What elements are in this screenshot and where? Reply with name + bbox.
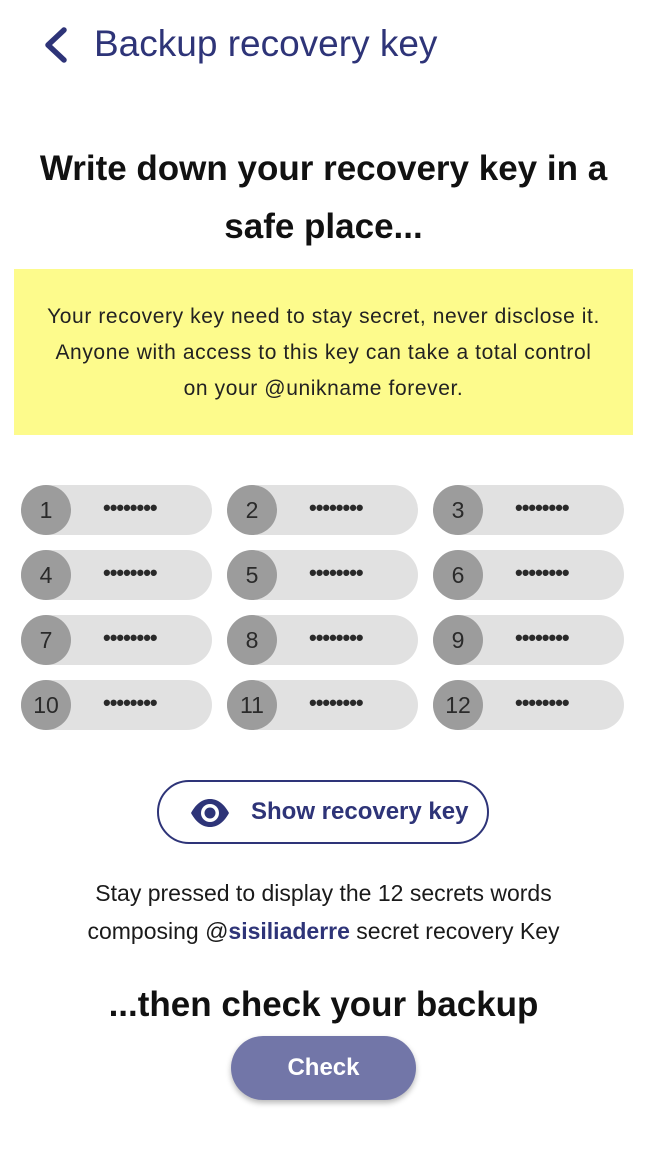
page-title: Backup recovery key — [94, 23, 438, 64]
word-number: 7 — [21, 615, 71, 665]
recovery-word-item: 10 •••••••• — [21, 680, 212, 730]
masked-word: •••••••• — [103, 625, 158, 650]
show-recovery-key-button[interactable]: Show recovery key — [157, 780, 489, 844]
word-number: 8 — [227, 615, 277, 665]
word-number: 1 — [21, 485, 71, 535]
recovery-word-item: 2 •••••••• — [227, 485, 418, 535]
masked-word: •••••••• — [515, 495, 570, 520]
chevron-left-icon — [45, 27, 67, 63]
check-backup-heading: ...then check your backup — [108, 985, 539, 1024]
masked-word: •••••••• — [103, 495, 158, 520]
word-number: 10 — [21, 680, 71, 730]
word-number: 2 — [227, 485, 277, 535]
recovery-word-item: 4 •••••••• — [21, 550, 212, 600]
masked-word: •••••••• — [309, 560, 364, 585]
masked-word: •••••••• — [515, 625, 570, 650]
masked-word: •••••••• — [103, 690, 158, 715]
word-number: 9 — [433, 615, 483, 665]
recovery-word-item: 11 •••••••• — [227, 680, 418, 730]
word-number: 12 — [433, 680, 483, 730]
instructions-line-2: composing @sisiliaderre secret recovery … — [20, 912, 627, 950]
username: sisiliaderre — [228, 918, 350, 944]
recovery-word-item: 8 •••••••• — [227, 615, 418, 665]
word-number: 5 — [227, 550, 277, 600]
instructions-suffix: secret recovery Key — [349, 918, 560, 944]
eye-icon — [191, 799, 229, 827]
word-number: 3 — [433, 485, 483, 535]
word-number: 4 — [21, 550, 71, 600]
app-header: Backup recovery key — [0, 0, 647, 90]
masked-word: •••••••• — [103, 560, 158, 585]
instructions-text: Stay pressed to display the 12 secrets w… — [20, 874, 627, 950]
warning-banner: Your recovery key need to stay secret, n… — [14, 269, 633, 435]
recovery-word-item: 5 •••••••• — [227, 550, 418, 600]
instructions-prefix: composing @ — [87, 918, 229, 944]
masked-word: •••••••• — [309, 495, 364, 520]
show-recovery-key-label: Show recovery key — [251, 798, 469, 825]
masked-word: •••••••• — [515, 560, 570, 585]
instructions-line-1: Stay pressed to display the 12 secrets w… — [95, 880, 552, 906]
recovery-word-item: 7 •••••••• — [21, 615, 212, 665]
masked-word: •••••••• — [309, 625, 364, 650]
recovery-word-item: 3 •••••••• — [433, 485, 624, 535]
back-button[interactable] — [34, 20, 80, 70]
recovery-word-item: 1 •••••••• — [21, 485, 212, 535]
masked-word: •••••••• — [515, 690, 570, 715]
warning-text: Your recovery key need to stay secret, n… — [47, 305, 600, 400]
masked-word: •••••••• — [309, 690, 364, 715]
instruction-headline: Write down your recovery key in a safe p… — [39, 149, 608, 246]
recovery-word-item: 12 •••••••• — [433, 680, 624, 730]
word-number: 6 — [433, 550, 483, 600]
check-button[interactable]: Check — [231, 1036, 416, 1100]
word-number: 11 — [227, 680, 277, 730]
recovery-word-item: 6 •••••••• — [433, 550, 624, 600]
recovery-word-item: 9 •••••••• — [433, 615, 624, 665]
recovery-words-grid: 1 •••••••• 2 •••••••• 3 •••••••• 4 •••••… — [21, 485, 625, 730]
